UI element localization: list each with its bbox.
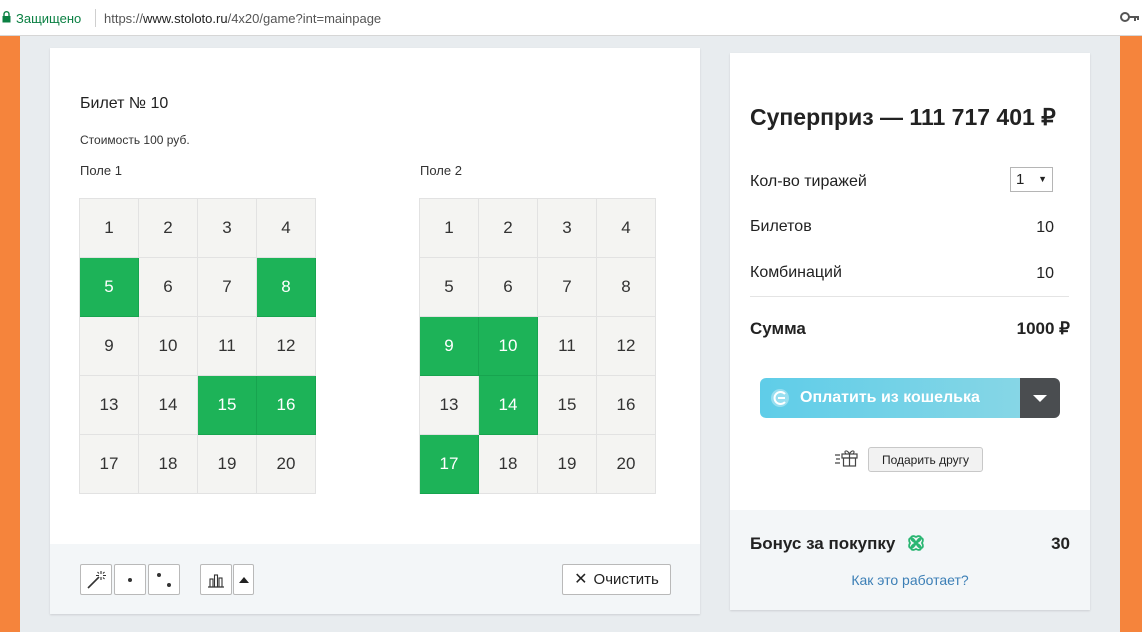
number-cell[interactable]: 7 <box>198 258 257 317</box>
number-cell[interactable]: 8 <box>257 258 316 317</box>
pay-from-wallet-button[interactable]: Оплатить из кошелька <box>760 378 1020 418</box>
number-cell[interactable]: 16 <box>257 376 316 435</box>
number-cell[interactable]: 19 <box>198 435 257 494</box>
number-cell[interactable]: 11 <box>538 317 597 376</box>
tickets-count-value: 10 <box>1036 219 1054 236</box>
number-cell[interactable]: 3 <box>538 199 597 258</box>
tickets-count-label: Билетов <box>750 218 812 235</box>
chevron-down-icon: ▼ <box>1038 174 1047 184</box>
number-cell[interactable]: 4 <box>257 199 316 258</box>
number-cell[interactable]: 9 <box>80 317 139 376</box>
draws-count-select[interactable]: 1 ▼ <box>1010 167 1053 192</box>
number-cell[interactable]: 14 <box>479 376 538 435</box>
orange-edge-left <box>0 36 20 632</box>
combinations-label: Комбинаций <box>750 264 842 281</box>
number-cell[interactable]: 11 <box>198 317 257 376</box>
number-cell[interactable]: 3 <box>198 199 257 258</box>
url-text[interactable]: https://www.stoloto.ru/4x20/game?int=mai… <box>104 11 381 26</box>
clear-button-label: Очистить <box>593 571 659 588</box>
statistics-toggle-button[interactable] <box>233 564 254 595</box>
number-cell[interactable]: 10 <box>479 317 538 376</box>
number-cell[interactable]: 18 <box>139 435 198 494</box>
two-dots-icon <box>157 572 171 587</box>
caret-down-icon <box>1033 395 1047 402</box>
total-label: Сумма <box>750 319 806 338</box>
number-cell[interactable]: 15 <box>538 376 597 435</box>
address-divider <box>95 9 96 27</box>
number-cell[interactable]: 10 <box>139 317 198 376</box>
field-1-label: Поле 1 <box>80 163 122 178</box>
statistics-button[interactable] <box>200 564 232 595</box>
bonus-value: 30 <box>1051 534 1070 553</box>
close-icon: ✕ <box>574 570 588 588</box>
magic-wand-icon <box>87 570 106 589</box>
ticket-toolbar: ✕ Очистить <box>50 544 700 614</box>
wallet-icon <box>771 389 789 407</box>
field-1-grid: 1 2 3 4 5 6 7 8 9 10 11 12 13 14 15 16 17 18 19 20 <box>79 198 316 494</box>
bonus-section: Бонус за покупку 30 Как это работает? <box>730 510 1090 610</box>
number-cell[interactable]: 2 <box>139 199 198 258</box>
ticket-title: Билет № 10 <box>80 95 169 112</box>
number-cell[interactable]: 4 <box>597 199 656 258</box>
draws-count-value: 1 <box>1016 171 1025 188</box>
url-path: /4x20/game?int=mainpage <box>227 11 382 26</box>
clear-button[interactable]: ✕ Очистить <box>562 564 671 595</box>
lock-icon <box>2 11 11 23</box>
key-icon[interactable] <box>1120 10 1140 24</box>
url-host: www.stoloto.ru <box>143 11 228 26</box>
number-cell[interactable]: 20 <box>597 435 656 494</box>
number-cell[interactable]: 19 <box>538 435 597 494</box>
number-cell[interactable]: 6 <box>479 258 538 317</box>
number-cell[interactable]: 17 <box>420 435 479 494</box>
address-bar[interactable]: Защищено https://www.stoloto.ru/4x20/gam… <box>0 0 1142 36</box>
gift-icon <box>835 450 858 467</box>
number-cell[interactable]: 6 <box>139 258 198 317</box>
field-2-label: Поле 2 <box>420 163 462 178</box>
number-cell[interactable]: 17 <box>80 435 139 494</box>
number-cell[interactable]: 7 <box>538 258 597 317</box>
draws-count-label: Кол-во тиражей <box>750 173 867 190</box>
field-2-grid: 1 2 3 4 5 6 7 8 9 10 11 12 13 14 15 16 17 18 19 20 <box>419 198 656 494</box>
bonus-label: Бонус за покупку <box>750 534 896 553</box>
number-cell[interactable]: 20 <box>257 435 316 494</box>
number-cell[interactable]: 18 <box>479 435 538 494</box>
url-scheme: https:// <box>104 11 144 26</box>
number-cell[interactable]: 1 <box>420 199 479 258</box>
pay-button-label: Оплатить из кошелька <box>800 389 980 406</box>
arrow-up-icon <box>238 576 249 583</box>
clover-icon <box>908 535 924 551</box>
how-it-works-link[interactable]: Как это работает? <box>730 572 1090 588</box>
one-dot-button[interactable] <box>114 564 146 595</box>
page-background: Билет № 10 Стоимость 100 руб. Поле 1 123… <box>0 36 1142 632</box>
number-cell[interactable]: 16 <box>597 376 656 435</box>
number-cell[interactable]: 15 <box>198 376 257 435</box>
one-dot-icon <box>128 577 132 582</box>
combinations-value: 10 <box>1036 265 1054 282</box>
number-cell[interactable]: 5 <box>80 258 139 317</box>
payment-options-dropdown[interactable] <box>1020 378 1060 418</box>
auto-fill-button[interactable] <box>80 564 112 595</box>
order-summary-card: Суперприз — 111 717 401 ₽ Кол-во тиражей… <box>730 53 1090 610</box>
summary-divider <box>750 296 1069 297</box>
bar-chart-icon <box>208 573 224 588</box>
secure-label: Защищено <box>16 11 82 26</box>
total-value: 1000 ₽ <box>1016 319 1070 338</box>
ticket-cost: Стоимость 100 руб. <box>80 133 190 147</box>
number-cell[interactable]: 14 <box>139 376 198 435</box>
ticket-card: Билет № 10 Стоимость 100 руб. Поле 1 123… <box>50 48 700 614</box>
number-cell[interactable]: 9 <box>420 317 479 376</box>
number-cell[interactable]: 2 <box>479 199 538 258</box>
number-cell[interactable]: 13 <box>80 376 139 435</box>
number-cell[interactable]: 12 <box>597 317 656 376</box>
number-cell[interactable]: 13 <box>420 376 479 435</box>
pay-button-group: Оплатить из кошелька <box>760 378 1060 418</box>
number-cell[interactable]: 1 <box>80 199 139 258</box>
number-cell[interactable]: 12 <box>257 317 316 376</box>
number-cell[interactable]: 5 <box>420 258 479 317</box>
two-dots-button[interactable] <box>148 564 180 595</box>
number-cell[interactable]: 8 <box>597 258 656 317</box>
orange-edge-right <box>1120 36 1142 632</box>
gift-to-friend-button[interactable]: Подарить другу <box>868 447 983 472</box>
superprize-amount: Суперприз — 111 717 401 ₽ <box>750 104 1056 130</box>
